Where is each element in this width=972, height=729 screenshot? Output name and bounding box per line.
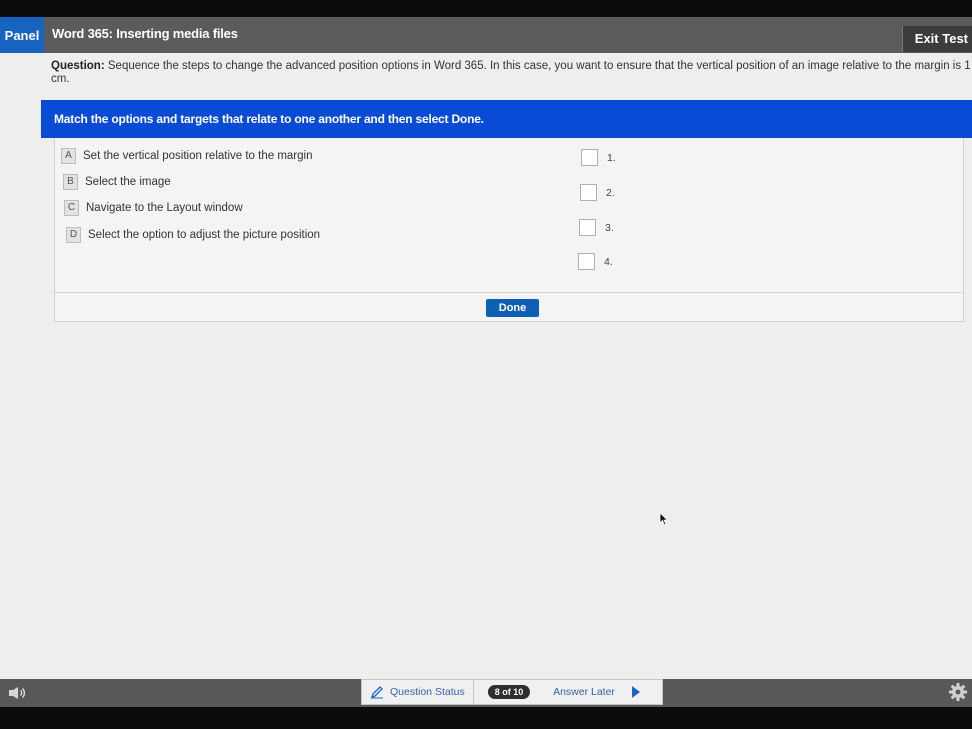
done-button[interactable]: Done — [486, 299, 539, 317]
gear-icon[interactable] — [948, 682, 968, 702]
answer-later-button[interactable]: Answer Later — [544, 686, 624, 698]
question-status-button[interactable]: Question Status — [362, 680, 474, 704]
option-label: Select the image — [85, 176, 171, 188]
question-counter: 8 of 10 — [487, 685, 531, 699]
option-letter: C — [64, 200, 79, 216]
question-counter-wrap: 8 of 10 — [474, 685, 544, 699]
target-4[interactable]: 4. — [578, 253, 613, 270]
instruction-emphasis: Done. — [451, 112, 484, 126]
question-body: Sequence the steps to change the advance… — [51, 60, 971, 85]
option-a[interactable]: A Set the vertical position relative to … — [61, 148, 312, 164]
speaker-icon[interactable] — [8, 686, 28, 700]
option-d[interactable]: D Select the option to adjust the pictur… — [66, 227, 320, 243]
instruction-text: Match the options and targets that relat… — [54, 112, 452, 126]
divider — [55, 292, 963, 293]
option-c[interactable]: C Navigate to the Layout window — [64, 200, 243, 216]
drop-box[interactable] — [578, 253, 595, 270]
target-1[interactable]: 1. — [581, 149, 616, 166]
mouse-cursor-icon — [659, 512, 669, 526]
drop-box[interactable] — [579, 219, 596, 236]
question-prefix: Question: — [51, 60, 105, 72]
option-label: Navigate to the Layout window — [86, 202, 243, 214]
instruction-bar: Match the options and targets that relat… — [41, 100, 972, 138]
test-screen: Panel Word 365: Inserting media files Ex… — [0, 17, 972, 707]
option-letter: B — [63, 174, 78, 190]
question-navigation: Question Status 8 of 10 Answer Later — [361, 679, 663, 705]
target-label: 3. — [605, 221, 614, 234]
option-label: Select the option to adjust the picture … — [88, 229, 321, 241]
top-bar: Panel Word 365: Inserting media files Ex… — [0, 17, 972, 53]
question-status-label: Question Status — [390, 686, 465, 698]
option-b[interactable]: B Select the image — [63, 174, 171, 190]
option-letter: A — [61, 148, 76, 164]
exit-test-button[interactable]: Exit Test — [901, 26, 972, 52]
target-3[interactable]: 3. — [579, 219, 614, 236]
pencil-icon — [370, 686, 383, 699]
matching-area: A Set the vertical position relative to … — [54, 138, 964, 322]
drop-box[interactable] — [580, 184, 597, 201]
option-label: Set the vertical position relative to th… — [83, 150, 313, 162]
course-title: Word 365: Inserting media files — [52, 26, 238, 41]
target-label: 1. — [607, 151, 616, 164]
target-2[interactable]: 2. — [580, 184, 615, 201]
target-label: 2. — [606, 186, 615, 199]
panel-button[interactable]: Panel — [0, 17, 44, 53]
question-text: Question: Sequence the steps to change t… — [51, 60, 972, 86]
drop-box[interactable] — [581, 149, 598, 166]
next-arrow-icon[interactable] — [632, 686, 640, 698]
option-letter: D — [66, 227, 81, 243]
bottom-bar: Question Status 8 of 10 Answer Later — [0, 679, 972, 707]
target-label: 4. — [604, 255, 613, 268]
